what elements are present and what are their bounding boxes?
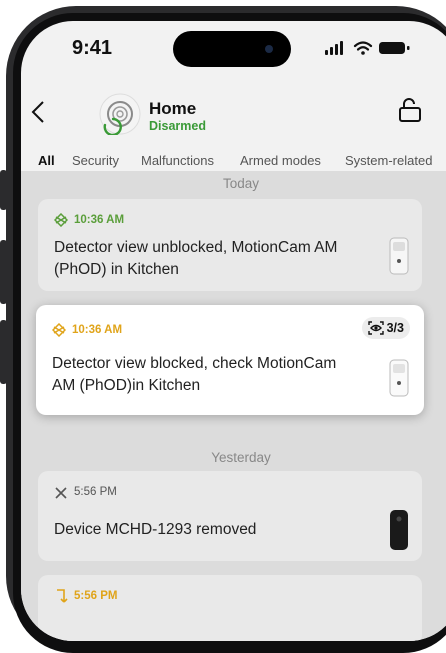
hub-icon [99,93,141,137]
motioncam-device-icon [389,237,409,275]
event-time: 10:36 AM [74,214,125,226]
page-title: Home [149,99,197,118]
motioncam-device-icon [389,359,409,397]
event-list: Today 10:36 AM Detector view unblocked, … [21,171,446,641]
event-text: Device MCHD-1293 removed [54,521,257,538]
battery-icon [379,42,410,54]
lock-button[interactable] [397,97,423,128]
wifi-icon [353,41,373,51]
signal-icon [325,41,343,55]
event-text: Detector view unblocked, MotionCam AM (P… [54,239,338,278]
event-card-highlighted[interactable]: 10:36 AM 3/3 Detector view blocked, chec… [36,305,424,415]
tab-all[interactable]: All [38,153,55,168]
close-icon [54,486,68,505]
tab-security[interactable]: Security [72,153,119,168]
event-time: 10:36 AM [72,324,123,336]
tab-system-related[interactable]: System-related [345,153,432,168]
phone-screen: 9:41 Home Disarmed All Security Malfunct… [21,21,446,641]
event-text: Detector view blocked, check MotionCam A… [52,355,337,394]
event-card[interactable]: 5:56 PM [38,575,422,641]
chevron-left-icon [31,101,44,123]
section-header-yesterday: Yesterday [211,450,271,465]
event-card[interactable]: 10:36 AM Detector view unblocked, Motion… [38,199,422,291]
status-time: 9:41 [72,37,113,59]
badge-count: 3/3 [386,321,404,335]
eye-scan-icon [367,321,384,335]
event-card[interactable]: 5:56 PM Device MCHD-1293 removed [38,471,422,561]
tab-armed-modes[interactable]: Armed modes [240,153,321,168]
unlock-icon [399,98,421,122]
back-button[interactable] [31,100,45,129]
section-header-today: Today [222,176,260,191]
camera-icon [265,45,273,53]
header: Home Disarmed [21,73,446,139]
dynamic-island [173,31,291,67]
tab-malfunctions[interactable]: Malfunctions [141,153,214,168]
event-time: 5:56 PM [74,590,118,602]
status-icons [325,40,415,61]
arming-status: Disarmed [149,119,206,133]
blocked-view-icon [53,212,69,232]
camera-device-icon [390,510,408,550]
blocked-view-icon [51,322,67,342]
device-move-icon [54,589,68,608]
count-badge: 3/3 [361,317,410,339]
status-bar: 9:41 [21,21,446,73]
event-time: 5:56 PM [74,486,117,498]
filter-tabs: All Security Malfunctions Armed modes Sy… [21,139,446,178]
